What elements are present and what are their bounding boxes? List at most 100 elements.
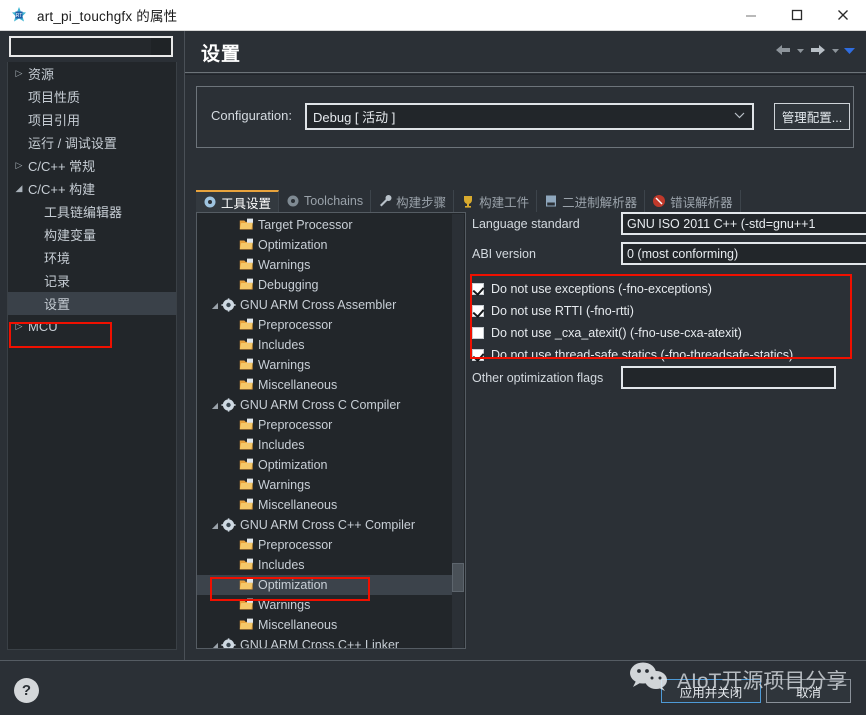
tab-2[interactable]: 构建步骤 (371, 190, 455, 212)
tool-tree-item-0[interactable]: Target Processor (197, 215, 453, 235)
tool-tree-item-7[interactable]: Warnings (197, 355, 453, 375)
sidebar-item-7[interactable]: 构建变量 (8, 223, 176, 246)
option-checkbox-0[interactable]: Do not use exceptions (-fno-exceptions) (472, 278, 712, 300)
sidebar-item-4[interactable]: ▷ C/C++ 常规 (8, 154, 176, 177)
forward-dropdown-icon[interactable] (831, 46, 840, 55)
tab-label: 构建工件 (479, 195, 530, 210)
tool-tree-item-4[interactable]: ◢ GNU ARM Cross Assembler (197, 295, 453, 315)
folder-icon (239, 418, 255, 432)
option-checkbox-3[interactable]: Do not use thread-safe statics (-fno-thr… (472, 344, 793, 366)
apply-and-close-button[interactable]: 应用并关闭 (661, 679, 761, 703)
checkbox-icon[interactable] (472, 305, 484, 317)
tool-tree-item-5[interactable]: Preprocessor (197, 315, 453, 335)
tool-tree-item-15[interactable]: ◢ GNU ARM Cross C++ Compiler (197, 515, 453, 535)
sidebar-item-2[interactable]: 项目引用 (8, 108, 176, 131)
tab-5[interactable]: 错误解析器 (645, 190, 741, 212)
checkbox-icon[interactable] (472, 327, 484, 339)
sidebar-item-10[interactable]: 设置 (8, 292, 176, 315)
tool-tree-item-14[interactable]: Miscellaneous (197, 495, 453, 515)
tree-toggle-icon[interactable]: ▷ (12, 315, 26, 338)
tool-tree-item-19[interactable]: Warnings (197, 595, 453, 615)
sidebar-item-1[interactable]: 项目性质 (8, 85, 176, 108)
other-optimization-flags-input[interactable] (621, 366, 836, 389)
tool-tree-item-2[interactable]: Warnings (197, 255, 453, 275)
tree-toggle-icon[interactable]: ◢ (12, 177, 26, 200)
tool-tree-item-12[interactable]: Optimization (197, 455, 453, 475)
configuration-group: Configuration: Debug [ 活动 ] 管理配置... (196, 86, 854, 148)
sidebar-item-9[interactable]: 记录 (8, 269, 176, 292)
sidebar-item-0[interactable]: ▷ 资源 (8, 62, 176, 85)
sidebar-item-label: MCU (28, 319, 58, 334)
tool-gear-icon (221, 518, 237, 532)
tab-label: 错误解析器 (670, 195, 733, 210)
sidebar-item-6[interactable]: 工具链编辑器 (8, 200, 176, 223)
dropdown-triangle-icon[interactable] (843, 45, 856, 56)
toolchains-icon (286, 194, 300, 208)
abi-version-label: ABI version (472, 247, 536, 261)
cancel-button[interactable]: 取消 (766, 679, 851, 703)
tool-tree-item-20[interactable]: Miscellaneous (197, 615, 453, 635)
properties-dialog: RT art_pi_touchgfx 的属性 ▷ 资源 项目性质 项目引用 运行 / 调… (0, 0, 866, 715)
forward-arrow-icon[interactable] (808, 42, 828, 58)
folder-icon (239, 358, 255, 372)
help-icon[interactable]: ? (14, 678, 39, 703)
option-checkbox-label: Do not use exceptions (-fno-exceptions) (491, 282, 712, 296)
checkbox-icon[interactable] (472, 349, 484, 361)
sidebar-item-5[interactable]: ◢ C/C++ 构建 (8, 177, 176, 200)
back-arrow-icon[interactable] (773, 42, 793, 58)
sidebar-item-8[interactable]: 环境 (8, 246, 176, 269)
tree-toggle-icon[interactable]: ▷ (12, 154, 26, 177)
tool-tree-item-9[interactable]: ◢ GNU ARM Cross C Compiler (197, 395, 453, 415)
tool-tree-item-18[interactable]: Optimization (197, 575, 453, 595)
language-standard-select[interactable]: GNU ISO 2011 C++ (-std=gnu++1 (621, 212, 866, 235)
tool-tree-item-6[interactable]: Includes (197, 335, 453, 355)
folder-icon (239, 598, 255, 612)
tool-settings-tree[interactable]: Target Processor Optimization Warnings Debu… (196, 212, 466, 649)
tab-3[interactable]: 构建工件 (454, 190, 538, 212)
tool-tree-item-label: Includes (258, 438, 305, 452)
tool-tree-item-17[interactable]: Includes (197, 555, 453, 575)
abi-version-select[interactable]: 0 (most conforming) (621, 242, 866, 265)
tool-tree-item-8[interactable]: Miscellaneous (197, 375, 453, 395)
minimize-icon[interactable] (728, 0, 774, 31)
sidebar-item-3[interactable]: 运行 / 调试设置 (8, 131, 176, 154)
option-checkbox-2[interactable]: Do not use _cxa_atexit() (-fno-use-cxa-a… (472, 322, 742, 344)
tool-tree-item-13[interactable]: Warnings (197, 475, 453, 495)
tool-tree-item-1[interactable]: Optimization (197, 235, 453, 255)
tool-tree-item-3[interactable]: Debugging (197, 275, 453, 295)
tree-toggle-icon[interactable]: ◢ (209, 401, 221, 410)
tool-tree-item-16[interactable]: Preprocessor (197, 535, 453, 555)
tool-tree-item-10[interactable]: Preprocessor (197, 415, 453, 435)
tab-0[interactable]: 工具设置 (196, 190, 280, 212)
tree-toggle-icon[interactable]: ◢ (209, 521, 221, 530)
settings-tabs[interactable]: 工具设置 Toolchains 构建步骤 构建工件 二进制解析器 错误解析器 (196, 190, 854, 212)
tool-settings-icon (203, 195, 217, 209)
tab-1[interactable]: Toolchains (279, 190, 372, 212)
window-controls (728, 0, 866, 31)
tool-tree-item-label: Warnings (258, 358, 311, 372)
sidebar-item-11[interactable]: ▷ MCU (8, 315, 176, 338)
settings-category-tree[interactable]: ▷ 资源 项目性质 项目引用 运行 / 调试设置 ▷ C/C++ 常规 ◢ C/C++ 构建 工具… (7, 62, 177, 650)
option-checkbox-1[interactable]: Do not use RTTI (-fno-rtti) (472, 300, 634, 322)
tool-tree-item-label: Preprocessor (258, 318, 333, 332)
tree-toggle-icon[interactable]: ◢ (209, 641, 221, 649)
search-input[interactable] (9, 36, 173, 57)
tree-toggle-icon[interactable]: ▷ (12, 62, 26, 85)
tool-tree-item-21[interactable]: ◢ GNU ARM Cross C++ Linker (197, 635, 453, 649)
maximize-icon[interactable] (774, 0, 820, 31)
tool-tree-item-label: Optimization (258, 238, 328, 252)
tool-tree-item-11[interactable]: Includes (197, 435, 453, 455)
header-divider (185, 72, 866, 73)
back-dropdown-icon[interactable] (796, 46, 805, 55)
manage-configurations-button[interactable]: 管理配置... (774, 103, 850, 130)
tree-toggle-icon[interactable]: ◢ (209, 301, 221, 310)
tab-4[interactable]: 二进制解析器 (537, 190, 646, 212)
configuration-select[interactable]: Debug [ 活动 ] (305, 103, 754, 130)
checkbox-icon[interactable] (472, 283, 484, 295)
close-icon[interactable] (820, 0, 866, 31)
tool-tree-scroll-thumb[interactable] (452, 563, 464, 592)
page-header: 设置 (185, 31, 866, 72)
tool-tree-scrollbar[interactable] (452, 214, 464, 648)
dialog-body: ▷ 资源 项目性质 项目引用 运行 / 调试设置 ▷ C/C++ 常规 ◢ C/C++ 构建 工具… (0, 31, 866, 660)
folder-icon (239, 458, 255, 472)
